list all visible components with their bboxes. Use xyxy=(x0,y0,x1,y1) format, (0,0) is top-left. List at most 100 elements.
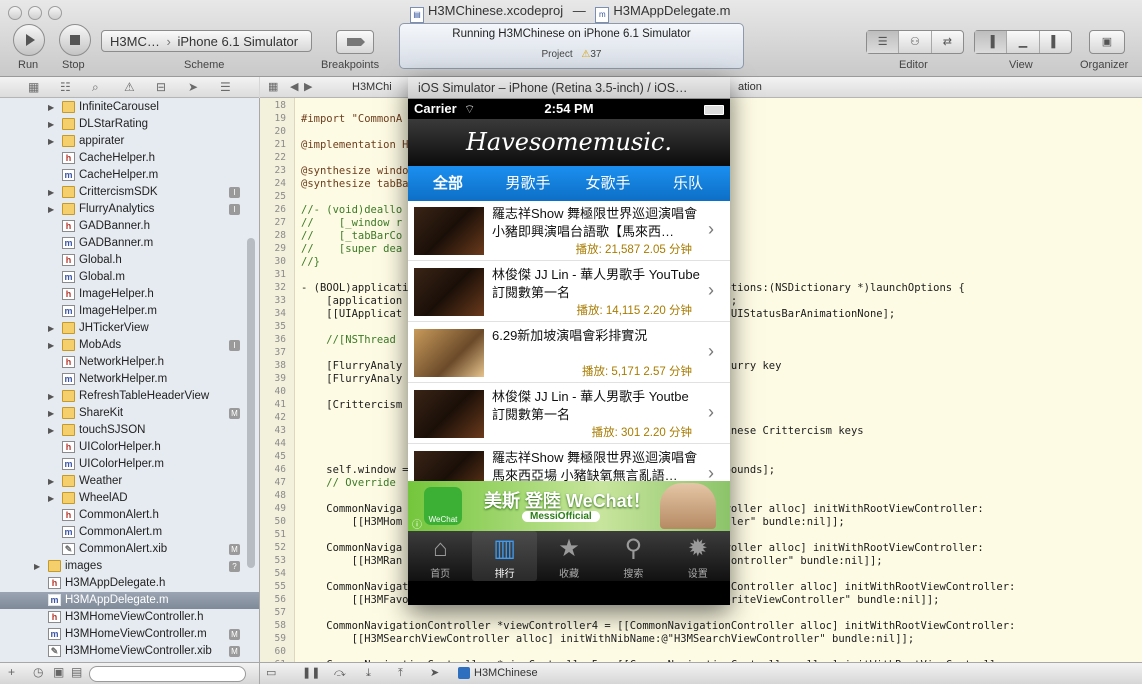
forward-icon[interactable]: ▶ xyxy=(304,77,312,97)
assistant-editor-icon[interactable]: ⚇ xyxy=(899,31,932,53)
jump-bar-symbol[interactable]: ation xyxy=(738,77,762,97)
navigator-file[interactable]: m GADBanner.m xyxy=(0,235,259,252)
recent-files-icon[interactable]: ◷ xyxy=(33,665,43,679)
navigator-file[interactable]: m H3MHomeViewController.m M xyxy=(0,626,259,643)
code-line[interactable]: [FlurryAnaly xyxy=(301,373,402,385)
navigator-file[interactable]: h Global.h xyxy=(0,252,259,269)
ad-banner[interactable]: WeChat 美斯 登陸 WeChat！ MessiOfficial ⓘ xyxy=(408,481,730,531)
navigator-file[interactable]: m CacheHelper.m xyxy=(0,167,259,184)
navigator-folder[interactable]: ▶ JHTickerView xyxy=(0,320,259,337)
disclosure-triangle-icon[interactable]: ▶ xyxy=(48,116,54,133)
stop-button[interactable] xyxy=(59,24,91,56)
video-list-item[interactable]: 羅志祥Show 舞極限世界巡迴演唱會馬來西亞場 小豬缺氧無言亂語… › xyxy=(408,445,730,481)
navigator-folder[interactable]: ▶ MobAds I xyxy=(0,337,259,354)
code-line[interactable]: @implementation H xyxy=(301,139,408,151)
step-out-icon[interactable]: ⤒ xyxy=(398,663,403,684)
issue-navigator-icon[interactable]: ⚠ xyxy=(124,80,135,94)
close-window-button[interactable] xyxy=(8,6,22,20)
debug-navigator-icon[interactable]: ⊟ xyxy=(156,80,166,94)
code-line[interactable]: [[H3MSearchViewController alloc] initWit… xyxy=(301,633,915,645)
category-tab[interactable]: 乐队 xyxy=(648,166,728,201)
code-line[interactable]: CommonNavigationController *viewControll… xyxy=(301,620,1015,632)
standard-editor-icon[interactable]: ☰ xyxy=(867,31,900,53)
navigator-file[interactable]: h CacheHelper.h xyxy=(0,150,259,167)
log-navigator-icon[interactable]: ☰ xyxy=(220,80,231,94)
simulate-location-icon[interactable]: ➤ xyxy=(430,663,439,684)
navigator-file[interactable]: m CommonAlert.m xyxy=(0,524,259,541)
minimize-window-button[interactable] xyxy=(28,6,42,20)
code-line[interactable]: //- (void)deallo xyxy=(301,204,402,216)
video-ranking-list[interactable]: 羅志祥Show 舞極限世界巡迴演唱會 小豬即興演唱台語歌【馬來西… 播放: 21,… xyxy=(408,201,730,481)
debug-target-name[interactable]: H3MChinese xyxy=(474,663,538,684)
video-list-item[interactable]: 林俊傑 JJ Lin - 華人男歌手 Youtbe 訂閱數第一名 播放: 301 … xyxy=(408,384,730,444)
code-line[interactable]: // [_tabBarCo xyxy=(301,230,402,242)
video-list-item[interactable]: 林俊傑 JJ Lin - 華人男歌手 YouTube 訂閱數第一名 播放: 14,… xyxy=(408,262,730,322)
search-navigator-icon[interactable]: ⌕ xyxy=(92,80,99,95)
navigator-folder[interactable]: ▶ ShareKit M xyxy=(0,405,259,422)
navigator-folder[interactable]: ▶ FlurryAnalytics I xyxy=(0,201,259,218)
navigator-file[interactable]: m NetworkHelper.m xyxy=(0,371,259,388)
tab-star[interactable]: ★ 收藏 xyxy=(537,531,601,581)
code-line[interactable]: [Crittercism xyxy=(301,399,402,411)
navigator-file[interactable]: m ImageHelper.m xyxy=(0,303,259,320)
category-tab[interactable]: 全部 xyxy=(408,166,488,201)
navigator-file[interactable]: h CommonAlert.h xyxy=(0,507,259,524)
symbol-navigator-icon[interactable]: ☷ xyxy=(60,80,71,94)
category-tab[interactable]: 女歌手 xyxy=(568,166,648,201)
view-toggle-control[interactable]: ▐ ▁ ▌ xyxy=(974,30,1072,54)
navigator-file[interactable]: h UIColorHelper.h xyxy=(0,439,259,456)
navigator-folder[interactable]: ▶ InfiniteCarousel xyxy=(0,99,259,116)
zoom-window-button[interactable] xyxy=(48,6,62,20)
unsaved-filter-icon[interactable]: ▣ xyxy=(53,665,64,679)
utilities-toggle-icon[interactable]: ▌ xyxy=(1040,31,1071,53)
disclosure-triangle-icon[interactable]: ▶ xyxy=(48,201,54,218)
breakpoint-navigator-icon[interactable]: ➤ xyxy=(188,80,198,94)
disclosure-triangle-icon[interactable]: ▶ xyxy=(48,133,54,150)
navigator-file[interactable]: h GADBanner.h xyxy=(0,218,259,235)
tab-gear[interactable]: ✹ 设置 xyxy=(666,531,730,581)
related-items-icon[interactable]: ▦ xyxy=(268,77,278,97)
navigator-file[interactable]: m Global.m xyxy=(0,269,259,286)
back-icon[interactable]: ◀ xyxy=(290,77,298,97)
navigator-file[interactable]: m UIColorHelper.m xyxy=(0,456,259,473)
code-line[interactable]: //[NSThread xyxy=(301,334,396,346)
step-into-icon[interactable]: ⤓ xyxy=(366,663,371,684)
navigator-folder[interactable]: ▶ DLStarRating xyxy=(0,116,259,133)
debug-area-toggle-icon[interactable]: ▁ xyxy=(1007,31,1040,53)
code-line[interactable]: #import "CommonA xyxy=(301,113,402,125)
navigator-folder[interactable]: ▶ images? xyxy=(0,558,259,575)
video-list-item[interactable]: 6.29新加坡演唱會彩排實況 播放: 5,171 2.57 分钟 › xyxy=(408,323,730,383)
tab-ranking[interactable]: ▥ 排行 xyxy=(472,531,537,581)
project-navigator-icon[interactable]: ▦ xyxy=(28,80,39,94)
hide-debug-area-icon[interactable]: ▭ xyxy=(266,663,276,684)
navigator-file[interactable]: h H3MHomeViewController.h xyxy=(0,609,259,626)
disclosure-triangle-icon[interactable]: ▶ xyxy=(34,558,40,575)
disclosure-triangle-icon[interactable]: ▶ xyxy=(48,473,54,490)
navigator-file[interactable]: h H3MAppDelegate.h xyxy=(0,575,259,592)
navigator-toggle-icon[interactable]: ▐ xyxy=(975,31,1008,53)
navigator-filter-field[interactable] xyxy=(89,666,246,682)
disclosure-triangle-icon[interactable]: ▶ xyxy=(48,388,54,405)
scm-filter-icon[interactable]: ▤ xyxy=(71,665,82,679)
code-line[interactable]: // Override xyxy=(301,477,396,489)
navigator-file[interactable]: m H3MAppDelegate.m xyxy=(0,592,259,609)
editor-mode-control[interactable]: ☰ ⚇ ⇄ xyxy=(866,30,964,54)
code-line[interactable]: // [_window r xyxy=(301,217,402,229)
navigator-file[interactable]: ✎ CommonAlert.xib M xyxy=(0,541,259,558)
tab-search[interactable]: ⚲ 搜索 xyxy=(601,531,665,581)
navigator-folder[interactable]: ▶ WheelAD xyxy=(0,490,259,507)
code-line[interactable]: @synthesize windo xyxy=(301,165,408,177)
navigator-file[interactable]: h NetworkHelper.h xyxy=(0,354,259,371)
navigator-folder[interactable]: ▶ RefreshTableHeaderView xyxy=(0,388,259,405)
tab-home[interactable]: ⌂ 首页 xyxy=(408,531,472,581)
code-line[interactable]: @synthesize tabBa xyxy=(301,178,408,190)
disclosure-triangle-icon[interactable]: ▶ xyxy=(48,320,54,337)
disclosure-triangle-icon[interactable]: ▶ xyxy=(48,184,54,201)
code-line[interactable]: // [super dea xyxy=(301,243,402,255)
disclosure-triangle-icon[interactable]: ▶ xyxy=(48,405,54,422)
pause-icon[interactable]: ❚❚ xyxy=(302,663,320,684)
category-tab[interactable]: 男歌手 xyxy=(488,166,568,201)
scheme-selector[interactable]: H3MC… › iPhone 6.1 Simulator xyxy=(101,30,312,52)
step-over-icon[interactable]: ⤼ xyxy=(334,663,346,684)
warning-count[interactable]: 37 xyxy=(590,49,601,60)
